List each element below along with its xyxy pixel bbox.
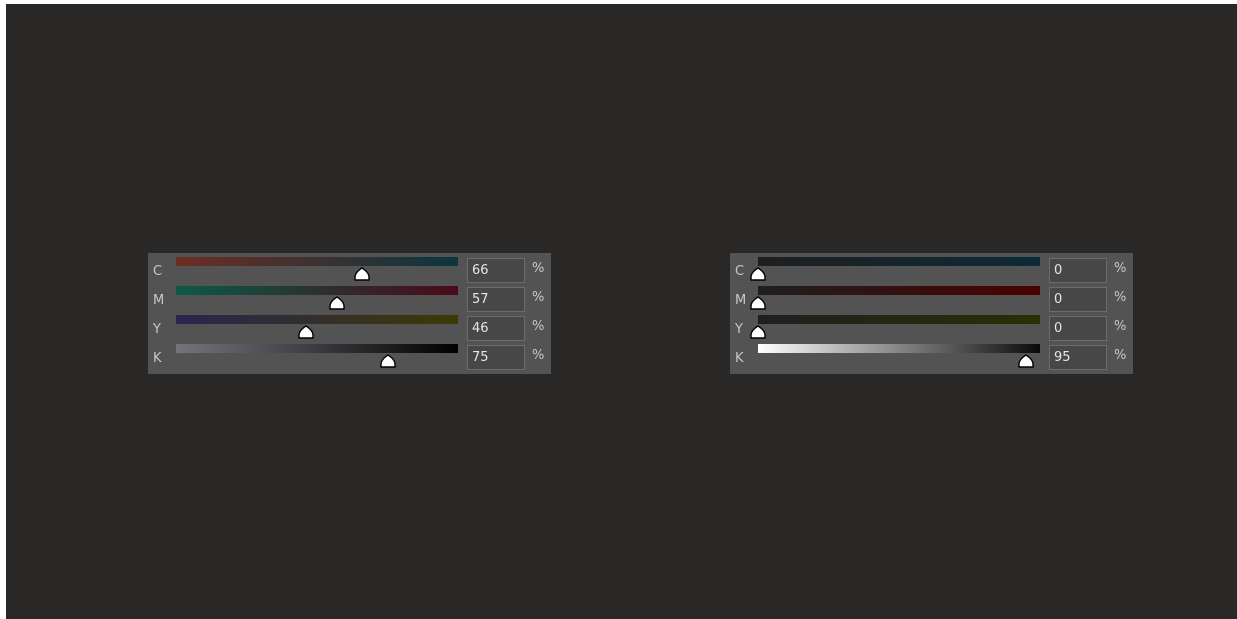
slider-thumb-icon[interactable] <box>750 267 766 281</box>
unit-label: % <box>1114 261 1127 276</box>
channel-label-y: Y <box>735 322 743 337</box>
channel-label-c: C <box>153 264 163 279</box>
slider-thumb-icon[interactable] <box>329 296 345 310</box>
slider-row-k: K 75 % <box>148 343 551 372</box>
unit-label: % <box>532 319 545 334</box>
slider-thumb-icon[interactable] <box>750 325 766 339</box>
slider-thumb-icon[interactable] <box>298 325 314 339</box>
slider-track-m[interactable] <box>758 286 1040 295</box>
channel-label-k: K <box>153 351 162 366</box>
unit-label: % <box>532 290 545 305</box>
slider-thumb-icon[interactable] <box>1018 354 1034 368</box>
value-field-m[interactable]: 0 <box>1049 287 1107 312</box>
channel-label-m: M <box>153 293 165 308</box>
canvas: C 66 % M 57 % Y 46 % K 75 % C 0 % M 0 % … <box>6 4 1237 619</box>
slider-track-c[interactable] <box>758 257 1040 266</box>
value-field-c[interactable]: 0 <box>1049 258 1107 283</box>
slider-track-k[interactable] <box>176 344 458 353</box>
value-field-k[interactable]: 75 <box>467 345 525 370</box>
unit-label: % <box>532 348 545 363</box>
value-field-y[interactable]: 46 <box>467 316 525 341</box>
slider-row-c: C 0 % <box>730 256 1133 285</box>
value-field-y[interactable]: 0 <box>1049 316 1107 341</box>
slider-track-y[interactable] <box>176 315 458 324</box>
channel-label-m: M <box>735 293 747 308</box>
cmyk-panel-right: C 0 % M 0 % Y 0 % K 95 % <box>730 253 1133 374</box>
slider-row-y: Y 0 % <box>730 314 1133 343</box>
slider-thumb-icon[interactable] <box>354 267 370 281</box>
value-field-c[interactable]: 66 <box>467 258 525 283</box>
slider-track-c[interactable] <box>176 257 458 266</box>
value-field-m[interactable]: 57 <box>467 287 525 312</box>
unit-label: % <box>1114 348 1127 363</box>
slider-thumb-icon[interactable] <box>379 354 396 368</box>
slider-row-c: C 66 % <box>148 256 551 285</box>
slider-track-k[interactable] <box>758 344 1040 353</box>
channel-label-c: C <box>735 264 745 279</box>
slider-track-y[interactable] <box>758 315 1040 324</box>
channel-label-y: Y <box>153 322 161 337</box>
unit-label: % <box>1114 319 1127 334</box>
slider-row-m: M 57 % <box>148 285 551 314</box>
slider-track-m[interactable] <box>176 286 458 295</box>
slider-row-m: M 0 % <box>730 285 1133 314</box>
cmyk-panel-left: C 66 % M 57 % Y 46 % K 75 % <box>148 253 551 374</box>
unit-label: % <box>1114 290 1127 305</box>
value-field-k[interactable]: 95 <box>1049 345 1107 370</box>
unit-label: % <box>532 261 545 276</box>
channel-label-k: K <box>735 351 744 366</box>
slider-row-y: Y 46 % <box>148 314 551 343</box>
slider-thumb-icon[interactable] <box>750 296 766 310</box>
slider-row-k: K 95 % <box>730 343 1133 372</box>
